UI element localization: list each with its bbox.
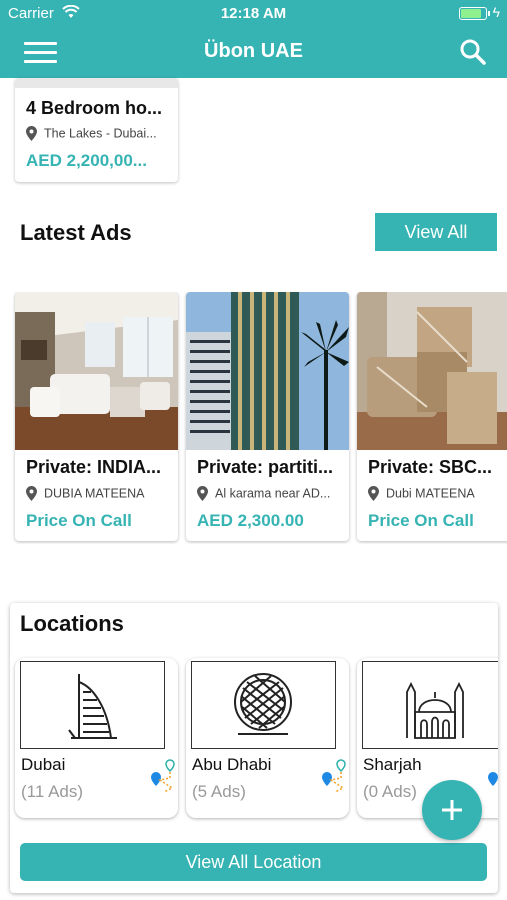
ad-location: DUBIA MATEENA <box>26 486 174 502</box>
ad-image-packed-furniture <box>357 292 507 450</box>
ad-location: Al karama near AD... <box>197 486 345 502</box>
plus-icon <box>442 800 462 820</box>
featured-ad-title: 4 Bedroom ho... <box>26 98 163 118</box>
add-ad-fab[interactable] <box>422 780 482 840</box>
featured-ad-location-text: The Lakes - Dubai... <box>44 126 157 141</box>
latest-ads-carousel[interactable]: Private: INDIA... DUBIA MATEENA Price On… <box>0 292 507 544</box>
mosque-icon <box>362 661 498 749</box>
ad-title: Private: SBC... <box>368 457 493 477</box>
status-bar: Carrier 12:18 AM ϟ <box>0 0 507 28</box>
app-title: Übon UAE <box>204 40 303 62</box>
location-pin-icon <box>368 486 379 502</box>
latest-ads-heading: Latest Ads <box>20 220 132 245</box>
nav-bar: Übon UAE <box>0 30 507 76</box>
featured-ad-image <box>15 78 178 88</box>
map-route-icon <box>151 759 175 793</box>
featured-ad-location: The Lakes - Dubai... <box>26 126 174 142</box>
ad-image-towers <box>186 292 349 450</box>
locations-heading: Locations <box>20 611 124 636</box>
ad-card[interactable]: Private: INDIA... DUBIA MATEENA Price On… <box>15 292 178 541</box>
location-ad-count: (5 Ads) <box>192 782 246 801</box>
ad-price: Price On Call <box>26 511 132 530</box>
location-name: Dubai <box>21 755 66 774</box>
ad-price: Price On Call <box>368 511 474 530</box>
location-pin-icon <box>26 126 37 142</box>
ad-price: AED 2,300.00 <box>197 511 304 530</box>
burj-al-arab-icon <box>20 661 165 749</box>
ad-title: Private: partiti... <box>197 457 334 477</box>
ad-title: Private: INDIA... <box>26 457 162 477</box>
charging-icon: ϟ <box>492 4 500 20</box>
location-pin-icon <box>197 486 208 502</box>
ad-location: Dubi MATEENA <box>368 486 507 502</box>
location-ad-count: (0 Ads) <box>363 782 417 801</box>
view-all-locations-button[interactable]: View All Location <box>20 843 487 881</box>
featured-ad-card[interactable]: 4 Bedroom ho... The Lakes - Dubai... AED… <box>15 78 178 182</box>
ad-location-text: Al karama near AD... <box>215 486 331 501</box>
locations-panel: Locations Dubai (11 Ads) Abu Dhabi (5 Ad… <box>10 603 498 893</box>
ad-location-text: Dubi MATEENA <box>386 486 475 501</box>
view-all-ads-button[interactable]: View All <box>375 213 497 251</box>
top-bar: Carrier 12:18 AM ϟ Übon UAE <box>0 0 507 78</box>
ad-card[interactable]: Private: SBC... Dubi MATEENA Price On Ca… <box>357 292 507 541</box>
aldar-building-icon <box>191 661 336 749</box>
ad-location-text: DUBIA MATEENA <box>44 486 145 501</box>
featured-ad-price: AED 2,200,00... <box>26 151 147 170</box>
location-card-dubai[interactable]: Dubai (11 Ads) <box>15 658 178 818</box>
search-icon[interactable] <box>459 38 487 66</box>
battery-icon <box>459 7 490 20</box>
location-name: Abu Dhabi <box>192 755 272 774</box>
ad-image-living-room <box>15 292 178 450</box>
status-time: 12:18 AM <box>220 5 287 22</box>
location-card-abu-dhabi[interactable]: Abu Dhabi (5 Ads) <box>186 658 349 818</box>
map-route-icon <box>322 759 346 793</box>
ad-card[interactable]: Private: partiti... Al karama near AD...… <box>186 292 349 541</box>
map-route-icon <box>488 772 498 786</box>
location-ad-count: (11 Ads) <box>21 782 84 801</box>
location-name: Sharjah <box>363 755 422 774</box>
location-pin-icon <box>26 486 37 502</box>
